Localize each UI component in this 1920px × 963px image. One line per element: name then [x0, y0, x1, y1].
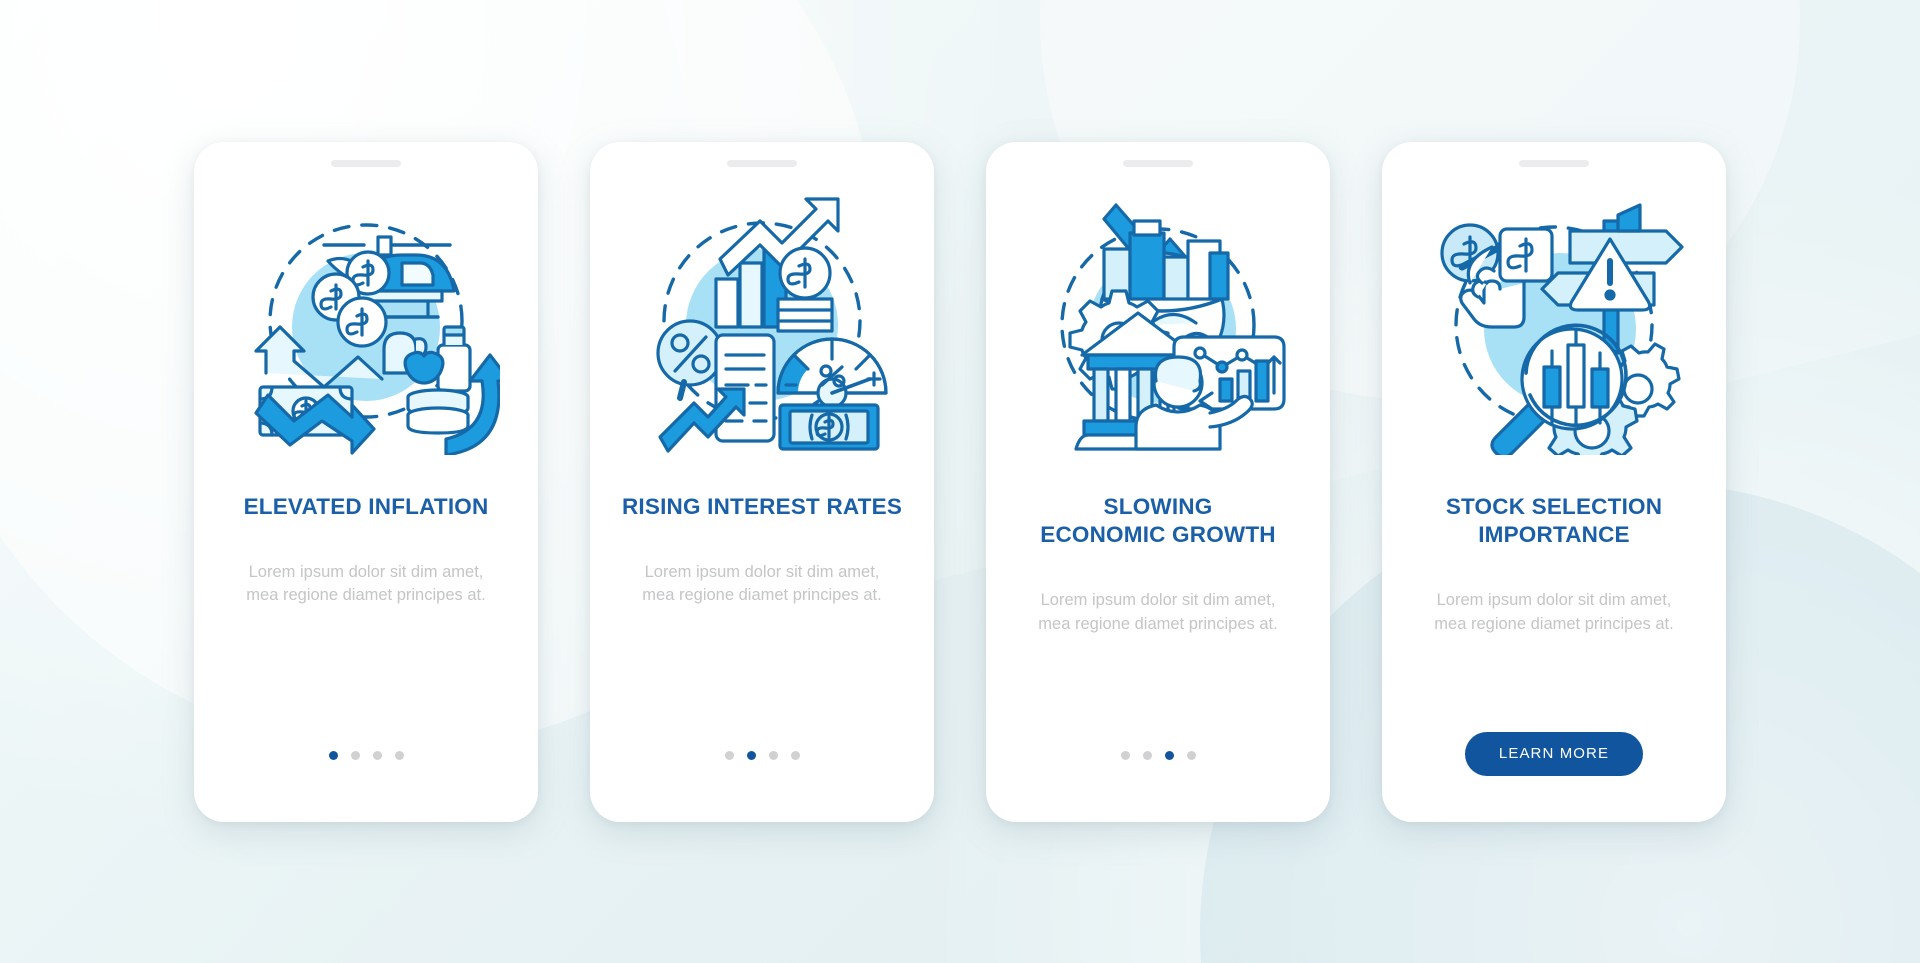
pagination-dot[interactable] [1164, 751, 1174, 760]
pagination-dot[interactable] [1142, 751, 1152, 760]
screen-footer [724, 736, 800, 776]
pagination-dot[interactable] [1120, 751, 1130, 760]
onboarding-screen-1: ELEVATED INFLATION Lorem ipsum dolor sit… [194, 141, 538, 822]
pagination-dot[interactable] [790, 751, 800, 760]
screen-body-text: Lorem ipsum dolor sit dim amet, mea regi… [1038, 591, 1278, 633]
phone-speaker-notch [1123, 159, 1193, 167]
onboarding-screen-3: SLOWING ECONOMIC GROWTH Lorem ipsum dolo… [986, 141, 1330, 822]
onboarding-screen-2: RISING INTEREST RATES Lorem ipsum dolor … [590, 141, 934, 822]
screen-footer [328, 736, 404, 776]
pagination-dot[interactable] [746, 751, 756, 760]
screen-title: RISING INTEREST RATES [621, 493, 903, 519]
interest-rates-chart-gauge-icon [656, 196, 888, 453]
pagination-dot[interactable] [372, 751, 382, 760]
screen-title: ELEVATED INFLATION [243, 493, 489, 519]
pagination-dot[interactable] [1186, 751, 1196, 760]
economic-growth-bank-globe-icon [1060, 202, 1286, 451]
learn-more-button[interactable]: LEARN MORE [1464, 731, 1644, 776]
inflation-helicopter-money-icon [254, 222, 500, 455]
pagination-dot[interactable] [394, 751, 404, 760]
stock-selection-signpost-candlestick-icon [1440, 202, 1684, 455]
screen-body-text: Lorem ipsum dolor sit dim amet, mea regi… [246, 562, 486, 605]
pagination-dot[interactable] [328, 751, 338, 760]
screen-body-text: Lorem ipsum dolor sit dim amet, mea regi… [1434, 591, 1674, 633]
onboarding-screens-row: ELEVATED INFLATION Lorem ipsum dolor sit… [0, 0, 1920, 963]
screen-title: STOCK SELECTION IMPORTANCE [1445, 493, 1663, 547]
pagination-dot[interactable] [768, 751, 778, 760]
screen-title: SLOWING ECONOMIC GROWTH [1040, 493, 1276, 547]
phone-speaker-notch [1519, 159, 1589, 167]
screen-footer: LEARN MORE [1464, 731, 1644, 776]
phone-speaker-notch [331, 159, 401, 167]
screen-body-text: Lorem ipsum dolor sit dim amet, mea regi… [642, 562, 882, 605]
pagination-dots[interactable] [724, 751, 800, 760]
pagination-dots[interactable] [328, 751, 404, 760]
pagination-dot[interactable] [350, 751, 360, 760]
pagination-dot[interactable] [724, 751, 734, 760]
onboarding-screen-4: STOCK SELECTION IMPORTANCE Lorem ipsum d… [1382, 141, 1726, 822]
pagination-dots[interactable] [1120, 751, 1196, 760]
screen-footer [1120, 736, 1196, 776]
phone-speaker-notch [727, 159, 797, 167]
